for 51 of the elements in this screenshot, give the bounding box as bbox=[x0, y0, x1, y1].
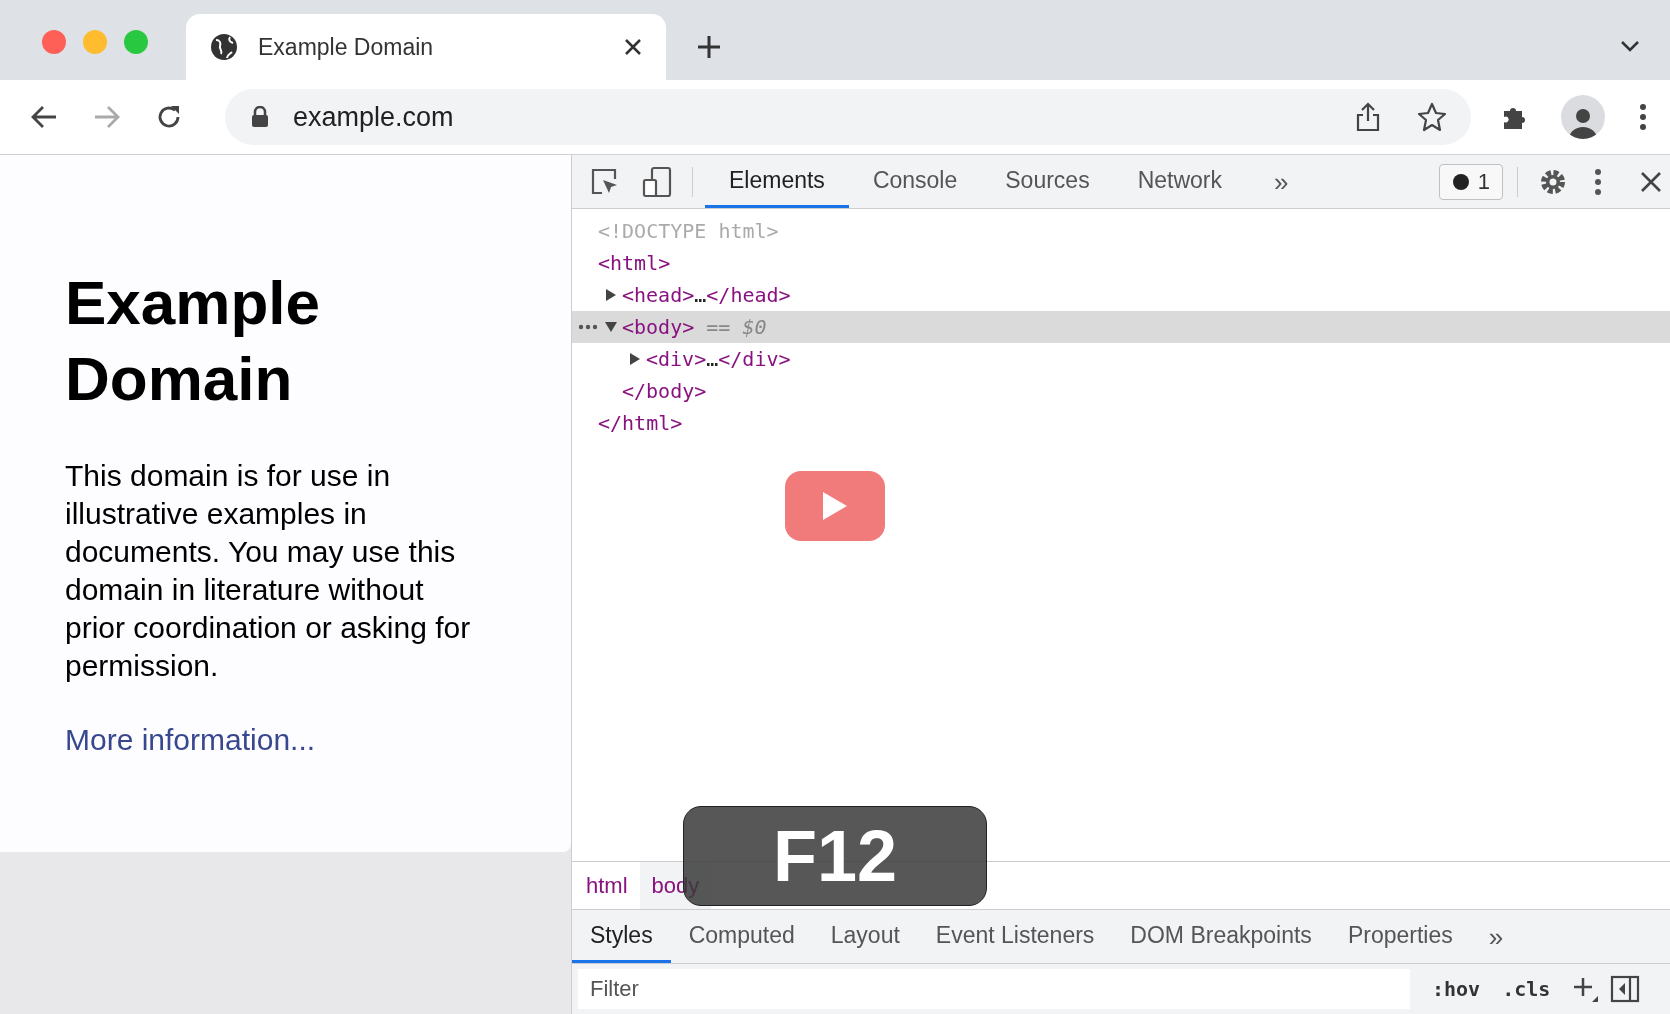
sidebar-toggle-icon[interactable] bbox=[1610, 975, 1641, 1003]
class-toggle-button[interactable]: .cls bbox=[1502, 974, 1551, 1004]
more-tabs-button[interactable]: » bbox=[1488, 923, 1504, 950]
devtools-tab[interactable]: Sources bbox=[981, 155, 1114, 208]
play-button[interactable] bbox=[785, 471, 885, 541]
tab-title: Example Domain bbox=[258, 32, 435, 62]
devtools-tab[interactable]: Elements bbox=[705, 155, 849, 208]
close-icon[interactable] bbox=[1640, 170, 1662, 193]
address-text: example.com bbox=[293, 100, 454, 134]
pane-tab[interactable]: Layout bbox=[812, 910, 918, 963]
more-icon[interactable] bbox=[1639, 103, 1647, 131]
more-information-link[interactable]: More information... bbox=[65, 717, 316, 762]
pane-tab[interactable]: DOM Breakpoints bbox=[1112, 910, 1330, 963]
breadcrumb[interactable]: html bbox=[574, 862, 640, 909]
more-dots-icon[interactable] bbox=[578, 324, 598, 330]
play-icon bbox=[822, 491, 848, 521]
dom-node[interactable]: <html> bbox=[598, 248, 671, 278]
add-rule-icon[interactable] bbox=[1572, 976, 1599, 1002]
page-heading: Example Domain bbox=[65, 267, 322, 415]
new-tab-icon[interactable] bbox=[696, 34, 722, 60]
pane-tab[interactable]: Event Listeners bbox=[917, 910, 1113, 963]
address-bar[interactable]: example.com bbox=[225, 89, 1471, 145]
star-icon[interactable] bbox=[1417, 102, 1447, 132]
dom-node[interactable]: <body> bbox=[622, 312, 695, 342]
share-icon[interactable] bbox=[1355, 102, 1381, 132]
device-toolbar-icon[interactable] bbox=[642, 165, 672, 198]
lock-icon bbox=[251, 106, 269, 128]
issues-badge[interactable]: 1 bbox=[1438, 163, 1503, 200]
more-tabs-button[interactable]: » bbox=[1274, 168, 1289, 195]
devtools-tab[interactable]: Console bbox=[848, 155, 982, 208]
hover-state-button[interactable]: :hov bbox=[1432, 974, 1481, 1004]
collapsed-arrow-icon[interactable] bbox=[604, 288, 618, 302]
pane-tab[interactable]: Computed bbox=[670, 910, 813, 963]
browser-tab[interactable]: Example Domain bbox=[186, 14, 666, 80]
chevron-down-icon[interactable] bbox=[1620, 40, 1640, 52]
pane-tab[interactable]: Properties bbox=[1329, 910, 1471, 963]
globe-icon bbox=[210, 33, 238, 61]
expanded-arrow-icon[interactable] bbox=[604, 320, 618, 334]
selected-node-marker: == $0 bbox=[706, 314, 767, 341]
more-options-icon[interactable] bbox=[1594, 167, 1602, 196]
close-tab-icon[interactable] bbox=[624, 38, 642, 56]
dom-node[interactable]: </html> bbox=[598, 408, 683, 438]
devtools-tab[interactable]: Network bbox=[1113, 155, 1246, 208]
dom-node[interactable]: <div>…</div> bbox=[646, 344, 791, 374]
collapsed-arrow-icon[interactable] bbox=[628, 352, 642, 366]
back-icon[interactable] bbox=[30, 104, 58, 130]
page-paragraph: This domain is for use in illustrative examples in documents. You may use this domain in literature without prior coordination or asking for permission. bbox=[65, 458, 472, 684]
profile-avatar[interactable] bbox=[1561, 95, 1605, 139]
dom-node[interactable]: </body> bbox=[622, 376, 707, 406]
dom-node[interactable]: <head>…</head> bbox=[622, 280, 791, 310]
filter-field[interactable]: Filter bbox=[578, 969, 1410, 1009]
